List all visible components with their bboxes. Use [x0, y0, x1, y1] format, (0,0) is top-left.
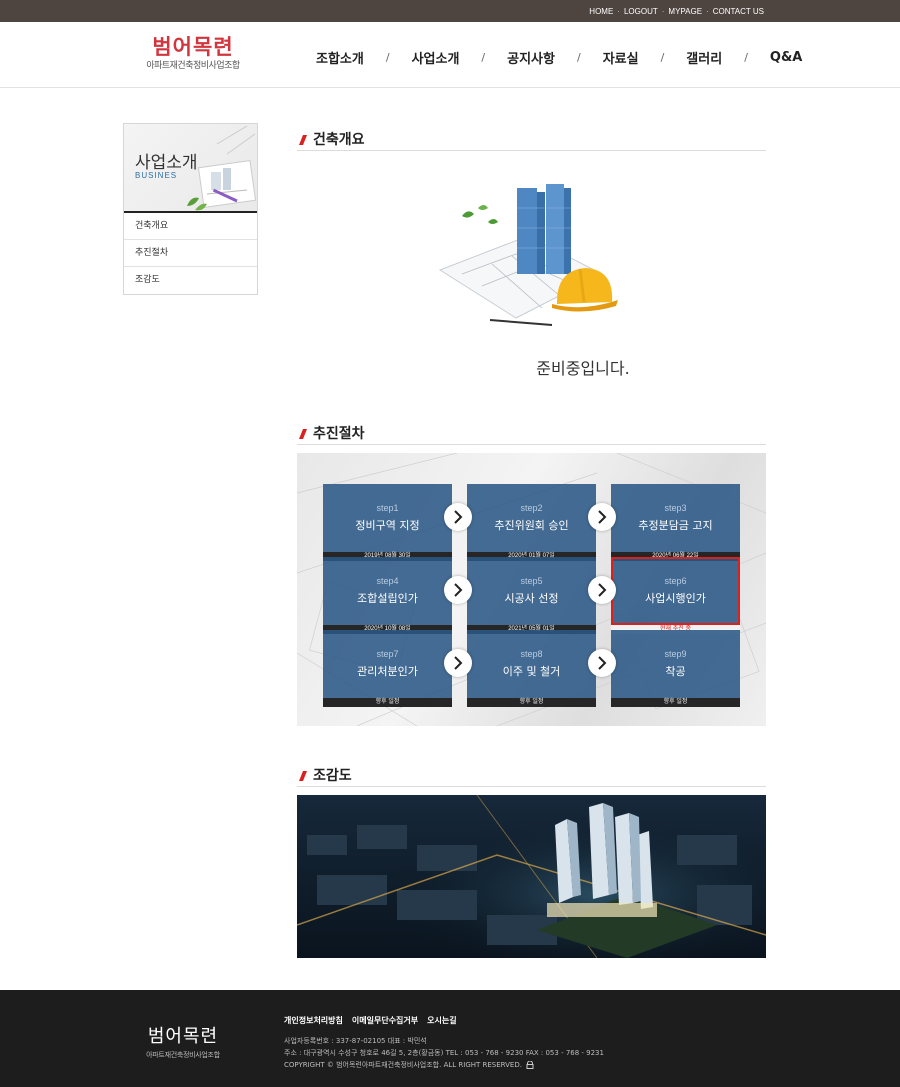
footer-logo: 범어목련 아파트재건축정비사업조합: [140, 1022, 226, 1060]
step-title: 추정분담금 고지: [638, 519, 713, 532]
chevron-right-icon: [444, 649, 472, 677]
footer-links: 개인정보처리방침 이메일무단수집거부 오시는길: [284, 1015, 457, 1026]
footer-info: 사업자등록번호 : 337-87-02105 대표 : 박민석 주소 : 대구광…: [284, 1035, 604, 1071]
step-title: 관리처분인가: [357, 665, 418, 678]
chevron-right-icon: [444, 576, 472, 604]
nav-item-gallery[interactable]: 갤러리: [675, 48, 733, 67]
sidebar-item-birdview[interactable]: 조감도: [124, 267, 257, 294]
chevron-right-icon: [444, 503, 472, 531]
directions-link[interactable]: 오시는길: [427, 1015, 456, 1026]
section-title: 건축개요: [313, 132, 365, 148]
preparing-message: 준비중입니다.: [536, 359, 630, 378]
contact-us-link[interactable]: CONTACT US: [713, 7, 764, 16]
email-refusal-link[interactable]: 이메일무단수집거부: [352, 1015, 418, 1026]
process-step-8: step8 이주 및 철거 향후 일정: [467, 630, 596, 707]
birdview-image: [297, 795, 766, 958]
site-footer: 범어목련 아파트재건축정비사업조합 개인정보처리방침 이메일무단수집거부 오시는…: [0, 990, 900, 1087]
step-number: step1: [376, 503, 399, 513]
section-heading-birdview: 조감도: [297, 765, 766, 787]
night-apartment-rendering: [297, 795, 766, 958]
step-title: 착공: [665, 665, 686, 678]
separator: ·: [617, 6, 620, 16]
step-title: 조합설립인가: [357, 592, 418, 605]
sidebar-item-overview[interactable]: 건축개요: [124, 213, 257, 240]
site-logo[interactable]: 범어목련 아파트재건축정비사업조합: [140, 34, 246, 72]
sidebar-menu: 사업소개 BUSINES 건축개요 추진절차 조감도: [123, 123, 258, 295]
copyright-text: COPYRIGHT © 범어목련아파트재건축정비사업조합. ALL RIGHT …: [284, 1061, 522, 1069]
section-title: 조감도: [313, 768, 352, 784]
process-step-6-current: step6 사업시행인가 현재 추진 중: [611, 557, 740, 634]
sidebar-header: 사업소개 BUSINES: [124, 124, 257, 213]
mypage-link[interactable]: MYPAGE: [668, 7, 702, 16]
process-step-7: step7 관리처분인가 향후 일정: [323, 630, 452, 707]
heading-mark-icon: [299, 771, 307, 781]
nav-separator: /: [576, 51, 581, 64]
step-number: step4: [376, 576, 399, 586]
chevron-right-icon: [588, 503, 616, 531]
utility-links: HOME · LOGOUT · MYPAGE · CONTACT US: [589, 0, 764, 22]
address-contact: 주소 : 대구광역시 수성구 청호로 46길 5, 2층(황금동) TEL : …: [284, 1049, 604, 1057]
step-number: step8: [520, 649, 543, 659]
footer-logo-subtitle: 아파트재건축정비사업조합: [146, 1051, 220, 1059]
nav-item-notice[interactable]: 공지사항: [496, 48, 566, 67]
nav-item-qna[interactable]: Q&A: [759, 50, 813, 65]
section-heading-overview: 건축개요: [297, 129, 766, 151]
step-title: 이주 및 철거: [502, 665, 561, 678]
nav-separator: /: [744, 51, 748, 64]
step-date: 향후 일정: [467, 698, 596, 707]
nav-item-archive[interactable]: 자료실: [592, 48, 650, 67]
logo-subtitle: 아파트재건축정비사업조합: [146, 61, 240, 71]
step-title: 추진위원회 승인: [494, 519, 569, 532]
step-number: step2: [520, 503, 543, 513]
step-number: step6: [664, 576, 687, 586]
section-title: 추진절차: [313, 426, 365, 442]
section-heading-process: 추진절차: [297, 423, 766, 445]
construction-illustration: [438, 184, 618, 326]
step-number: step9: [664, 649, 687, 659]
main-navigation: 조합소개 / 사업소개 / 공지사항 / 자료실 / 갤러리 / Q&A: [305, 48, 813, 67]
nav-separator: /: [481, 51, 486, 64]
logout-link[interactable]: LOGOUT: [624, 7, 658, 16]
home-link[interactable]: HOME: [589, 7, 613, 16]
step-date: 향후 일정: [323, 698, 452, 707]
separator: ·: [661, 6, 665, 16]
business-info: 사업자등록번호 : 337-87-02105 대표 : 박민석: [284, 1037, 427, 1045]
top-utility-bar: HOME · LOGOUT · MYPAGE · CONTACT US: [0, 0, 900, 22]
nav-separator: /: [660, 51, 665, 64]
sidebar-item-process[interactable]: 추진절차: [124, 240, 257, 267]
step-number: step7: [376, 649, 399, 659]
step-number: step3: [664, 503, 687, 513]
privacy-policy-link[interactable]: 개인정보처리방침: [284, 1015, 343, 1026]
step-title: 시공사 선정: [504, 592, 559, 605]
process-step-4: step4 조합설립인가 2020년 10월 08일: [323, 557, 452, 634]
sidebar-title: 사업소개: [135, 153, 198, 173]
separator: ·: [706, 6, 709, 16]
site-header: 범어목련 아파트재건축정비사업조합 조합소개 / 사업소개 / 공지사항 / 자료실 /…: [0, 22, 900, 88]
copyright-line: COPYRIGHT © 범어목련아파트재건축정비사업조합. ALL RIGHT …: [284, 1059, 604, 1071]
process-step-3: step3 추정분담금 고지 2020년 06월 22일: [611, 484, 740, 561]
process-step-2: step2 추진위원회 승인 2020년 01월 07일: [467, 484, 596, 561]
process-step-1: step1 정비구역 지정 2019년 08월 30일: [323, 484, 452, 561]
chevron-right-icon: [588, 649, 616, 677]
logo-name: 범어목련: [152, 35, 234, 59]
lock-icon[interactable]: [526, 1060, 534, 1069]
chevron-right-icon: [588, 576, 616, 604]
process-step-5: step5 시공사 선정 2021년 05월 01일: [467, 557, 596, 634]
sidebar-title-en: BUSINES: [135, 171, 178, 180]
footer-logo-name: 범어목련: [147, 1026, 219, 1047]
nav-item-about-union[interactable]: 조합소개: [305, 48, 375, 67]
process-step-9: step9 착공 향후 일정: [611, 630, 740, 707]
heading-mark-icon: [299, 135, 307, 145]
nav-item-business[interactable]: 사업소개: [401, 48, 471, 67]
step-title: 정비구역 지정: [355, 519, 420, 532]
process-steps-panel: step1 정비구역 지정 2019년 08월 30일 step2 추진위원회 …: [297, 453, 766, 726]
heading-mark-icon: [299, 429, 307, 439]
step-title: 사업시행인가: [645, 592, 706, 605]
nav-separator: /: [385, 51, 390, 64]
step-number: step5: [520, 576, 543, 586]
step-date: 향후 일정: [611, 698, 740, 707]
